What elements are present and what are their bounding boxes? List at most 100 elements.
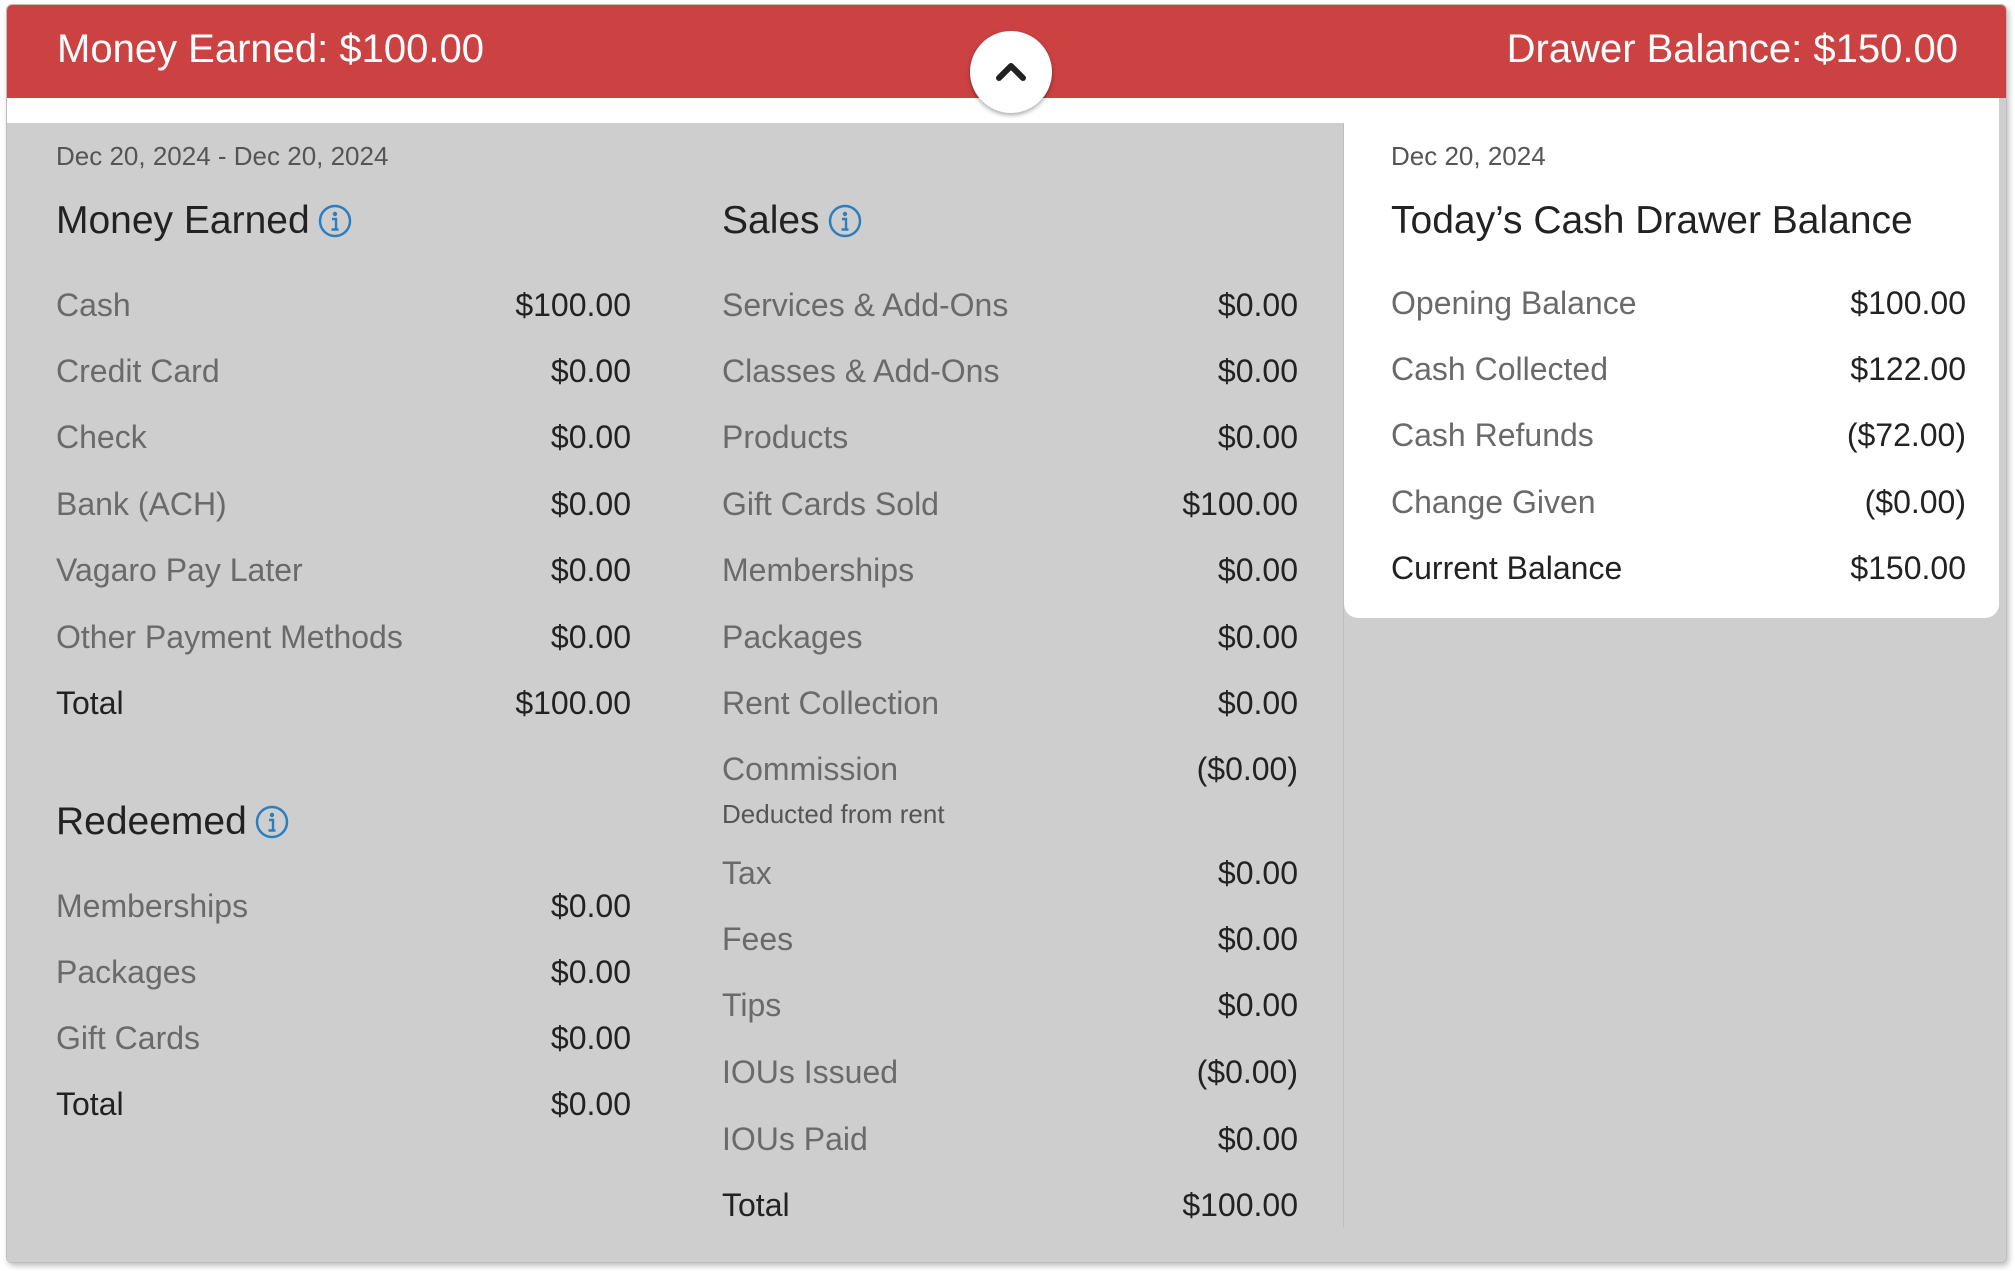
sales-row-memberships: Memberships $0.00 <box>722 550 1298 590</box>
row-label: Cash Collected <box>1391 350 1608 387</box>
row-label: Total <box>56 1085 124 1122</box>
row-value: $0.00 <box>1217 618 1298 655</box>
sales-row-classes: Classes & Add-Ons $0.00 <box>722 351 1298 391</box>
row-value: $0.00 <box>550 352 631 389</box>
row-label: Tips <box>722 986 782 1023</box>
money-earned-row-check: Check $0.00 <box>56 417 631 457</box>
money-earned-heading: Money Earned <box>56 199 352 243</box>
row-value: $0.00 <box>1217 854 1298 891</box>
row-label: Fees <box>722 920 794 957</box>
row-value: $0.00 <box>550 618 631 655</box>
row-value: $0.00 <box>1217 920 1298 957</box>
row-label: Other Payment Methods <box>56 618 403 655</box>
collapse-button[interactable] <box>970 31 1052 113</box>
sales-heading: Sales <box>722 199 862 243</box>
redeemed-row-gift-cards: Gift Cards $0.00 <box>56 1018 631 1058</box>
money-earned-row-bank-ach: Bank (ACH) $0.00 <box>56 484 631 524</box>
sales-row-packages: Packages $0.00 <box>722 617 1298 657</box>
sales-row-products: Products $0.00 <box>722 417 1298 457</box>
report-panel: Dec 20, 2024 - Dec 20, 2024 Money Earned… <box>7 123 1344 1262</box>
drawer-row-change-given: Change Given ($0.00) <box>1391 482 1966 522</box>
row-value: $0.00 <box>1217 286 1298 323</box>
row-label: Memberships <box>56 887 249 924</box>
row-label: Total <box>722 1186 790 1223</box>
drawer-balance-summary: Drawer Balance: $150.00 <box>1506 27 1958 71</box>
redeemed-title: Redeemed <box>56 800 247 843</box>
row-label: Products <box>722 418 849 455</box>
drawer-row-current-balance: Current Balance $150.00 <box>1391 548 1966 588</box>
drawer-row-cash-collected: Cash Collected $122.00 <box>1391 349 1966 389</box>
row-label: Services & Add-Ons <box>722 286 1009 323</box>
money-earned-title: Money Earned <box>56 199 310 242</box>
sales-row-gift-cards-sold: Gift Cards Sold $100.00 <box>722 484 1298 524</box>
chevron-up-icon <box>996 63 1026 81</box>
sales-row-ious-paid: IOUs Paid $0.00 <box>722 1119 1298 1159</box>
row-label: Packages <box>722 618 863 655</box>
row-value: $0.00 <box>1217 1120 1298 1157</box>
row-value: $100.00 <box>1182 1186 1298 1223</box>
row-value: $100.00 <box>1850 284 1966 321</box>
row-value: ($0.00) <box>1196 750 1298 787</box>
row-value: $0.00 <box>550 953 631 990</box>
row-value: ($0.00) <box>1196 1053 1298 1090</box>
row-label: Credit Card <box>56 352 220 389</box>
date-range: Dec 20, 2024 - Dec 20, 2024 <box>56 141 389 171</box>
cash-drawer-card: Dec 20, 2024 Today’s Cash Drawer Balance… <box>1344 98 1999 618</box>
row-value: $0.00 <box>1217 352 1298 389</box>
redeemed-row-memberships: Memberships $0.00 <box>56 886 631 926</box>
money-earned-row-pay-later: Vagaro Pay Later $0.00 <box>56 550 631 590</box>
drawer-row-cash-refunds: Cash Refunds ($72.00) <box>1391 415 1966 455</box>
commission-note: Deducted from rent <box>722 799 945 829</box>
drawer-title: Today’s Cash Drawer Balance <box>1391 199 1913 242</box>
row-value: $122.00 <box>1850 350 1966 387</box>
row-label: Total <box>56 684 124 721</box>
row-value: $0.00 <box>1217 986 1298 1023</box>
info-icon[interactable] <box>828 204 862 238</box>
row-label: Cash <box>56 286 131 323</box>
row-value: $0.00 <box>1217 551 1298 588</box>
sales-row-ious-issued: IOUs Issued ($0.00) <box>722 1052 1298 1092</box>
row-value: $0.00 <box>550 1019 631 1056</box>
money-earned-row-credit-card: Credit Card $0.00 <box>56 351 631 391</box>
row-label: Cash Refunds <box>1391 416 1594 453</box>
sales-row-total: Total $100.00 <box>722 1185 1298 1225</box>
row-label: Check <box>56 418 147 455</box>
row-value: $0.00 <box>550 887 631 924</box>
row-value: $150.00 <box>1850 549 1966 586</box>
money-earned-row-other: Other Payment Methods $0.00 <box>56 617 631 657</box>
redeemed-heading: Redeemed <box>56 800 289 844</box>
row-value: $0.00 <box>550 1085 631 1122</box>
row-value: $100.00 <box>515 684 631 721</box>
row-label: Bank (ACH) <box>56 485 227 522</box>
sales-title: Sales <box>722 199 820 242</box>
drawer-date: Dec 20, 2024 <box>1391 141 1546 171</box>
row-value: $0.00 <box>550 551 631 588</box>
row-label: Rent Collection <box>722 684 939 721</box>
money-earned-summary: Money Earned: $100.00 <box>57 27 484 71</box>
row-value: ($72.00) <box>1846 416 1966 453</box>
row-value: $0.00 <box>550 485 631 522</box>
row-value: $100.00 <box>515 286 631 323</box>
money-earned-row-total: Total $100.00 <box>56 683 631 723</box>
row-value: ($0.00) <box>1864 483 1966 520</box>
row-label: Tax <box>722 854 772 891</box>
row-label: IOUs Issued <box>722 1053 899 1090</box>
row-label: Opening Balance <box>1391 284 1637 321</box>
sales-row-fees: Fees $0.00 <box>722 919 1298 959</box>
row-label: IOUs Paid <box>722 1120 868 1157</box>
row-label: Gift Cards Sold <box>722 485 939 522</box>
row-value: $0.00 <box>1217 418 1298 455</box>
row-value: $100.00 <box>1182 485 1298 522</box>
sales-row-services: Services & Add-Ons $0.00 <box>722 285 1298 325</box>
row-value: $0.00 <box>550 418 631 455</box>
redeemed-row-packages: Packages $0.00 <box>56 952 631 992</box>
money-earned-row-cash: Cash $100.00 <box>56 285 631 325</box>
row-label: Classes & Add-Ons <box>722 352 1000 389</box>
sales-row-tips: Tips $0.00 <box>722 985 1298 1025</box>
sales-row-commission: Commission ($0.00) <box>722 749 1298 789</box>
info-icon[interactable] <box>318 204 352 238</box>
row-value: $0.00 <box>1217 684 1298 721</box>
info-icon[interactable] <box>255 805 289 839</box>
row-label: Gift Cards <box>56 1019 201 1056</box>
row-label: Vagaro Pay Later <box>56 551 303 588</box>
